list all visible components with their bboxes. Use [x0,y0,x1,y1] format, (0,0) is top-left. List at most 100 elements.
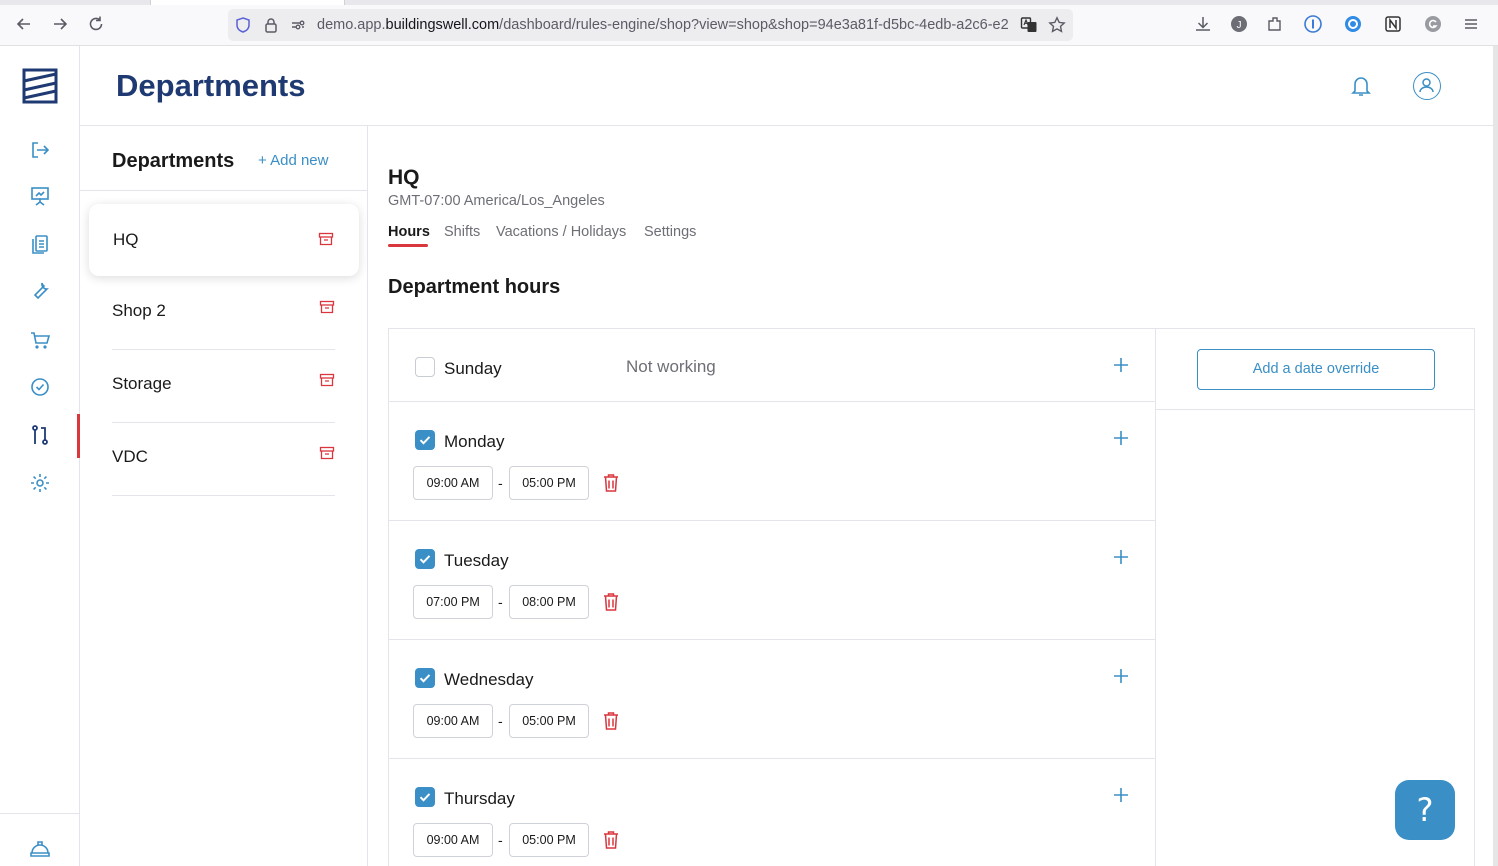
day-checkbox[interactable] [415,668,435,688]
department-item-vdc[interactable]: VDC [112,423,335,496]
add-range-plus-icon[interactable] [1111,355,1131,375]
documents-icon[interactable] [28,232,52,256]
add-new-button[interactable]: + Add new [258,152,328,169]
day-checkbox[interactable] [415,549,435,569]
start-time-input[interactable]: 07:00 PM [413,585,493,619]
archive-icon[interactable] [319,372,335,388]
day-checkbox[interactable] [415,430,435,450]
address-bar[interactable]: demo.app.buildingswell.com/dashboard/rul… [228,9,1073,41]
add-date-override-button[interactable]: Add a date override [1197,349,1435,390]
window-edge [1493,46,1498,866]
url-host: buildingswell.com [385,17,500,33]
download-icon[interactable] [1193,14,1213,34]
department-item-shop-2[interactable]: Shop 2 [112,277,335,350]
day-row-tuesday: Tuesday 07:00 PM - 08:00 PM [389,521,1156,640]
wrench-icon[interactable] [28,278,52,302]
user-icon [1419,78,1434,93]
tab-hours[interactable]: Hours [388,224,430,247]
bell-icon[interactable] [1350,74,1372,98]
active-tab-underline [388,244,428,247]
forward-icon[interactable] [50,14,70,34]
start-time-input[interactable]: 09:00 AM [413,466,493,500]
trash-icon[interactable] [602,711,620,731]
day-name: Wednesday [444,670,534,689]
lock-icon[interactable] [262,16,280,34]
override-divider [1156,409,1474,410]
reload-icon[interactable] [86,14,106,34]
department-name: Shop 2 [112,301,166,320]
translate-icon[interactable] [1020,16,1038,34]
cart-icon[interactable] [28,328,52,352]
department-name: Storage [112,374,172,393]
end-time-input[interactable]: 05:00 PM [509,823,589,857]
grammarly-icon[interactable] [1423,14,1443,34]
archive-icon[interactable] [319,299,335,315]
add-range-plus-icon[interactable] [1111,428,1131,448]
rules-engine-icon[interactable] [28,423,52,447]
url-path: /dashboard/rules-engine/shop?view=shop&s… [499,17,1009,33]
day-checkbox[interactable] [415,787,435,807]
notion-icon[interactable] [1383,14,1403,34]
day-name: Monday [444,432,505,451]
browser-tab-strip [0,0,1498,5]
permissions-icon[interactable] [289,16,307,34]
presentation-icon[interactable] [28,184,52,208]
start-time-input[interactable]: 09:00 AM [413,823,493,857]
department-item-storage[interactable]: Storage [112,350,335,423]
not-working-label: Not working [626,357,716,376]
day-checkbox[interactable] [415,357,435,377]
star-icon[interactable] [1048,16,1066,34]
tab-label: Hours [388,224,430,240]
url-text[interactable]: demo.app.buildingswell.com/dashboard/rul… [317,17,1013,33]
url-prefix: demo.app. [317,17,386,33]
department-name: HQ [113,230,139,249]
end-time-input[interactable]: 08:00 PM [509,585,589,619]
departments-panel-header: Departments + Add new [80,126,368,191]
trash-icon[interactable] [602,473,620,493]
start-time-input[interactable]: 09:00 AM [413,704,493,738]
department-name: VDC [112,447,148,466]
settings-gear-icon[interactable] [28,471,52,495]
add-range-plus-icon[interactable] [1111,785,1131,805]
browser-tab[interactable] [150,0,345,5]
departments-panel-title: Departments [112,150,235,172]
tab-shifts[interactable]: Shifts [444,224,480,240]
day-row-sunday: Sunday Not working [389,329,1156,402]
check-circle-icon[interactable] [28,375,52,399]
add-range-plus-icon[interactable] [1111,666,1131,686]
archive-icon[interactable] [318,231,334,247]
departments-panel: Departments + Add new HQ Shop 2 Storage … [80,126,368,866]
main-content: HQ GMT-07:00 America/Los_Angeles Hours S… [368,126,1498,866]
day-name: Thursday [444,789,515,808]
app-logo[interactable] [22,68,58,104]
day-row-thursday: Thursday 09:00 AM - 05:00 PM [389,759,1156,866]
department-item-hq[interactable]: HQ [89,204,359,276]
extension-c-icon[interactable] [1343,14,1363,34]
hard-hat-icon[interactable] [28,836,52,860]
weekly-hours-list: Sunday Not working Monday 09:00 AM - 05:… [389,329,1156,866]
page-title: Departments [116,68,306,103]
tab-vacations-holidays[interactable]: Vacations / Holidays [496,224,626,240]
password-manager-icon[interactable] [1303,14,1323,34]
end-time-input[interactable]: 05:00 PM [509,466,589,500]
range-separator: - [498,832,503,848]
menu-icon[interactable] [1461,14,1481,34]
back-icon[interactable] [14,14,34,34]
tab-settings[interactable]: Settings [644,224,696,240]
add-range-plus-icon[interactable] [1111,547,1131,567]
day-name: Sunday [444,359,502,378]
help-button[interactable]: ? [1395,780,1455,840]
logout-icon[interactable] [28,138,52,162]
day-row-monday: Monday 09:00 AM - 05:00 PM [389,402,1156,521]
user-avatar[interactable] [1413,72,1441,100]
range-separator: - [498,713,503,729]
end-time-input[interactable]: 05:00 PM [509,704,589,738]
account-icon[interactable]: J [1229,14,1249,34]
trash-icon[interactable] [602,830,620,850]
shield-icon[interactable] [234,16,252,34]
extensions-icon[interactable] [1265,14,1285,34]
nav-rail [0,46,80,866]
add-new-label: Add new [270,152,329,169]
trash-icon[interactable] [602,592,620,612]
archive-icon[interactable] [319,445,335,461]
